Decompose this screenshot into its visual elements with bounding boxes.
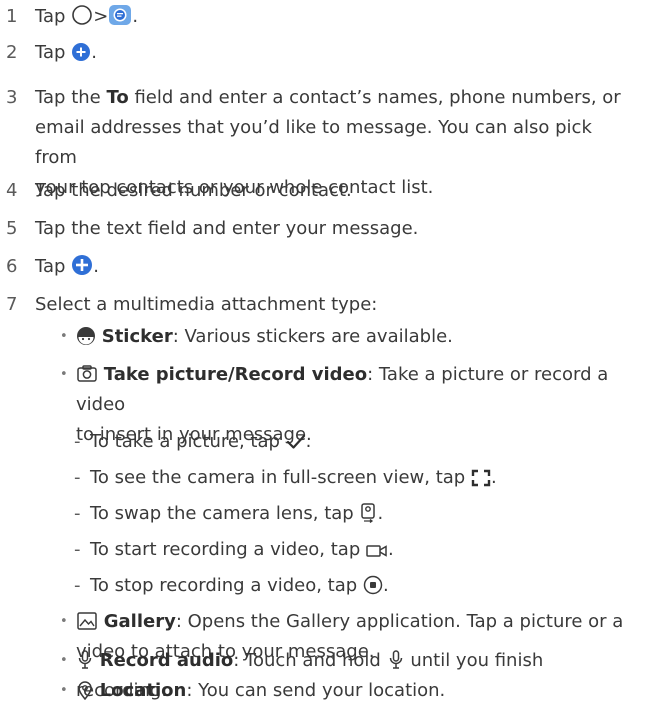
swap-camera-icon [359,503,377,523]
video-camera-icon [366,543,388,559]
gallery-icon [76,611,98,631]
sticker-face-icon [76,326,96,346]
messaging-app-icon [108,4,132,26]
instruction-page: 1 Tap >. 2 Tap . 3 Tap the To field and … [0,0,645,708]
location-pin-icon [76,680,94,700]
bullet-label: Sticker [101,326,173,347]
bullet-label: Location [99,680,187,701]
step-number: 5 [6,218,18,239]
camera-icon [76,364,98,384]
step-text: Tap the desired number or contact. [35,180,352,201]
step-number: 4 [6,180,18,201]
to-field-label: To [106,87,129,108]
microphone-icon [76,650,94,670]
step-text: Select a multimedia attachment type: [35,294,378,315]
step-gt: > [93,6,109,27]
step-text: Tap the text field and enter your messag… [35,218,419,239]
step-text: Tap [35,42,66,63]
attach-plus-icon [71,254,93,276]
bullet-label: Gallery [103,611,176,632]
step-number: 6 [6,256,18,277]
step-number: 3 [6,87,18,108]
step-number: 1 [6,6,18,27]
fullscreen-corners-icon [471,469,491,487]
bullet-label: Take picture/Record video [103,364,368,385]
compose-plus-icon [71,42,91,62]
checkmark-icon [286,433,306,451]
home-circle-icon [71,4,93,26]
step-number: 2 [6,42,18,63]
stop-record-icon [363,575,383,595]
microphone-icon [387,650,405,670]
step-text: Tap [35,6,66,27]
step-number: 7 [6,294,18,315]
bullet-label: Record audio [99,650,234,671]
step-text: Tap [35,256,66,277]
